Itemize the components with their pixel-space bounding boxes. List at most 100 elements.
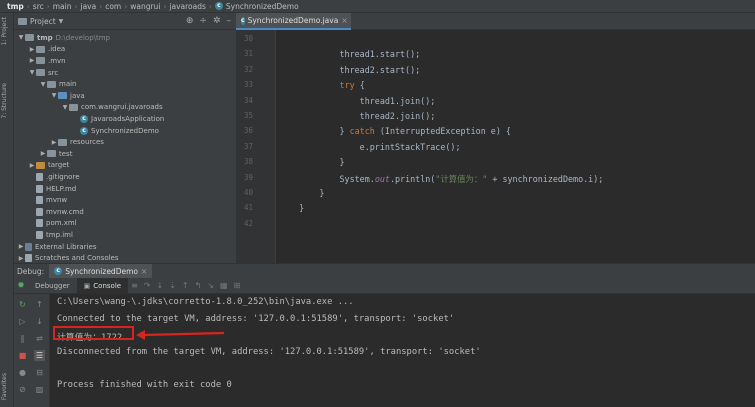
- tree-item-label: mvnw: [46, 196, 68, 205]
- console-icon: ▣: [83, 281, 91, 290]
- code-token: catch: [349, 126, 375, 137]
- tree-item[interactable]: mvnw.cmd: [14, 206, 84, 218]
- tree-item[interactable]: pom.xml: [14, 218, 77, 230]
- breadcrumb-separator: ›: [46, 1, 50, 11]
- pause-icon[interactable]: ∥: [17, 333, 28, 344]
- breadcrumb-item[interactable]: wangrui: [130, 2, 160, 11]
- tree-item[interactable]: ▼ com.wangrui.javaroads: [14, 102, 163, 114]
- mute-breakpoints-icon[interactable]: ⊘: [17, 384, 28, 395]
- tree-item-label: test: [59, 149, 73, 158]
- expand-arrow-icon[interactable]: ▶: [17, 255, 25, 262]
- breadcrumb-item[interactable]: javaroads: [169, 2, 206, 11]
- code-token: }: [279, 126, 350, 137]
- tree-item[interactable]: ▶ .idea: [14, 44, 66, 56]
- folder-icon: [58, 92, 67, 100]
- run-to-cursor-icon[interactable]: ↘: [207, 281, 214, 290]
- tree-item[interactable]: ▶ test: [14, 148, 73, 160]
- tree-item[interactable]: tmp.iml: [14, 229, 73, 241]
- tree-item[interactable]: ▶ target: [14, 160, 70, 172]
- breadcrumb-item[interactable]: java: [80, 2, 96, 11]
- print-icon[interactable]: ⊟: [34, 367, 45, 378]
- expand-arrow-icon[interactable]: ▶: [39, 150, 47, 157]
- stop-icon[interactable]: ■: [17, 350, 28, 361]
- expand-arrow-icon[interactable]: ▶: [28, 46, 36, 53]
- console-line: Process finished with exit code 0: [57, 379, 232, 390]
- tab-synchronized-demo[interactable]: c SynchronizedDemo.java ×: [236, 13, 351, 30]
- drop-frame-icon[interactable]: ↰: [195, 281, 202, 290]
- tree-item[interactable]: ▼ main: [14, 78, 77, 90]
- expand-arrow-icon[interactable]: ▼: [39, 81, 47, 88]
- expand-arrow-icon[interactable]: ▶: [28, 57, 36, 64]
- folder-icon: [36, 69, 45, 77]
- expand-arrow-icon[interactable]: ▼: [17, 34, 25, 41]
- expand-arrow-icon[interactable]: ▼: [28, 69, 36, 76]
- code-token: thread2.start();: [279, 64, 421, 75]
- tab-console[interactable]: ▣ Console: [76, 277, 129, 294]
- project-tool-tab[interactable]: 1: Project: [1, 17, 13, 45]
- tree-item[interactable]: mvnw: [14, 194, 67, 206]
- expand-arrow-icon[interactable]: ▶: [50, 139, 58, 146]
- code-line: }: [279, 188, 324, 198]
- scroll-to-end-icon[interactable]: ☰: [34, 350, 45, 361]
- line-number: 39: [243, 172, 253, 182]
- hide-icon[interactable]: –: [227, 16, 232, 26]
- line-number: 42: [243, 218, 253, 228]
- view-breakpoints-icon[interactable]: ●: [17, 367, 28, 378]
- tree-item[interactable]: HELP.md: [14, 183, 76, 195]
- console-output[interactable]: C:\Users\wang-\.jdks\corretto-1.8.0_252\…: [50, 294, 755, 407]
- code-token: System.: [279, 173, 375, 184]
- table-icon[interactable]: ⊞: [234, 281, 241, 290]
- tree-item[interactable]: ▶ resources: [14, 136, 104, 148]
- tree-item[interactable]: c JavaroadsApplication: [14, 113, 164, 125]
- breadcrumb-item[interactable]: main: [53, 2, 72, 11]
- collapse-all-icon[interactable]: ÷: [199, 16, 207, 26]
- project-panel-title[interactable]: Project: [30, 17, 56, 26]
- line-number: 34: [243, 95, 253, 105]
- step-into-icon[interactable]: ↓: [156, 281, 163, 290]
- debug-session-tab[interactable]: c SynchronizedDemo ×: [49, 263, 153, 279]
- gear-icon[interactable]: ✲: [213, 16, 221, 26]
- expand-arrow-icon[interactable]: ▶: [17, 243, 25, 250]
- up-icon[interactable]: ↑: [34, 299, 45, 310]
- target-icon[interactable]: ⊕: [186, 16, 194, 26]
- code-token: thread1.join();: [279, 95, 436, 106]
- tree-item[interactable]: ▼ tmp D:\develop\tmp: [14, 32, 110, 44]
- expand-arrow-icon[interactable]: ▼: [50, 92, 58, 99]
- step-out-icon[interactable]: ↑: [182, 281, 189, 290]
- favorites-tool-tab[interactable]: Favorites: [1, 373, 13, 400]
- tree-item[interactable]: c SynchronizedDemo: [14, 125, 159, 137]
- tree-item[interactable]: ▼ java: [14, 90, 85, 102]
- bug-icon[interactable]: ✹: [14, 281, 28, 291]
- tree-item[interactable]: ▶ .mvn: [14, 55, 66, 67]
- expand-arrow-icon[interactable]: ▶: [28, 162, 36, 169]
- breadcrumb-item[interactable]: SynchronizedDemo: [226, 2, 299, 11]
- tree-item[interactable]: ▶ External Libraries: [14, 241, 97, 253]
- code-line: thread2.join();: [279, 111, 436, 121]
- tree-item-label: External Libraries: [35, 242, 97, 251]
- structure-tool-tab[interactable]: 7: Structure: [1, 83, 13, 119]
- resume-icon[interactable]: ▷: [17, 316, 28, 327]
- code-line: System.out.println("计算值为：" + synchronize…: [279, 173, 604, 185]
- expand-arrow-icon[interactable]: ▼: [61, 104, 69, 111]
- tree-item[interactable]: ▼ src: [14, 67, 59, 79]
- menu-icon[interactable]: ≡: [131, 281, 138, 290]
- trash-icon[interactable]: ▨: [34, 384, 45, 395]
- force-step-into-icon[interactable]: ⇣: [169, 281, 176, 290]
- evaluate-icon[interactable]: ▦: [220, 281, 228, 290]
- rerun-icon[interactable]: ↻: [17, 299, 28, 310]
- chevron-down-icon[interactable]: ▼: [59, 18, 64, 25]
- close-icon[interactable]: ×: [141, 267, 147, 276]
- breadcrumb-item[interactable]: src: [33, 2, 44, 11]
- soft-wrap-icon[interactable]: ⇌: [34, 333, 45, 344]
- tree-item[interactable]: .gitignore: [14, 171, 80, 183]
- breadcrumb-item[interactable]: tmp: [7, 2, 24, 11]
- close-icon[interactable]: ×: [341, 16, 347, 25]
- code-token: }: [279, 203, 305, 214]
- step-over-icon[interactable]: ↷: [144, 281, 151, 290]
- tree-item-path: D:\develop\tmp: [55, 33, 110, 42]
- breadcrumb-item[interactable]: com: [105, 2, 121, 11]
- code-editor[interactable]: thread1.start(); thread2.start(); try { …: [276, 30, 755, 263]
- tab-debugger[interactable]: Debugger: [28, 278, 77, 294]
- down-icon[interactable]: ↓: [34, 316, 45, 327]
